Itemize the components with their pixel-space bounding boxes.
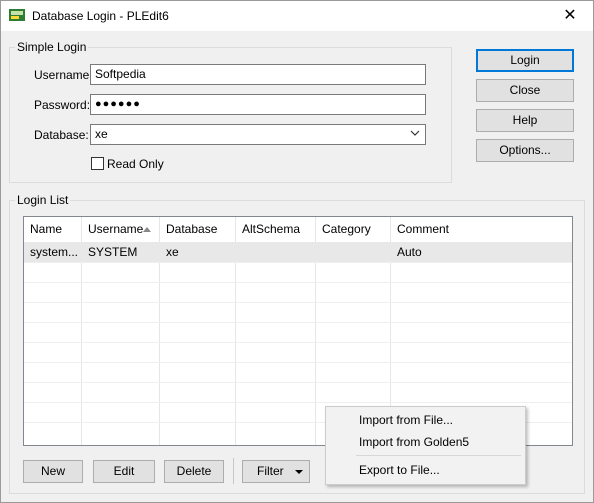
column-header-comment[interactable]: Comment [391,217,572,242]
username-label: Username: [34,68,93,82]
cell-category [316,242,391,262]
sort-ascending-icon [143,227,151,232]
cell-username: SYSTEM [88,245,138,259]
password-label: Password: [34,98,91,112]
database-combo[interactable]: xe [90,124,426,145]
database-label: Database: [34,128,89,142]
filter-button[interactable]: Filter [242,460,310,483]
column-header-category[interactable]: Category [316,217,391,242]
close-button[interactable]: Close [476,79,574,102]
menu-separator [356,455,521,456]
column-header-name[interactable]: Name [24,217,82,242]
dropdown-arrow-icon [295,470,303,474]
menu-item-import-from-file[interactable]: Import from File... [326,409,525,431]
close-icon: ✕ [563,7,577,24]
cell-comment: Auto [397,245,422,259]
read-only-checkbox[interactable] [91,157,104,170]
app-icon [9,9,25,21]
edit-button[interactable]: Edit [93,460,155,483]
window-title: Database Login - PLEdit6 [32,9,169,23]
title-bar: Database Login - PLEdit6 ✕ [1,1,593,31]
menu-item-import-from-golden5[interactable]: Import from Golden5 [326,431,525,453]
username-field[interactable]: Softpedia [90,64,426,85]
login-list-group-label: Login List [15,193,71,207]
filter-button-label: Filter [257,464,284,478]
button-separator [233,458,234,484]
filter-dropdown-menu: Import from File... Import from Golden5 … [325,406,526,485]
grid-line [24,302,572,303]
menu-item-export-to-file[interactable]: Export to File... [326,459,525,481]
read-only-label[interactable]: Read Only [107,157,164,171]
grid-line [24,262,572,263]
new-button[interactable]: New [23,460,83,483]
password-field[interactable]: ●●●●●● [90,94,426,115]
cell-database: xe [166,245,179,259]
grid-line [24,402,572,403]
help-button[interactable]: Help [476,109,574,132]
database-combo-value: xe [95,127,108,141]
grid-line [24,362,572,363]
delete-button[interactable]: Delete [164,460,224,483]
column-header-altschema[interactable]: AltSchema [236,217,316,242]
cell-name: system... [30,245,79,259]
chevron-down-icon [410,130,420,136]
options-button[interactable]: Options... [476,139,574,162]
column-header-database[interactable]: Database [160,217,236,242]
grid-line [24,282,572,283]
login-button[interactable]: Login [476,49,574,72]
grid-line [24,322,572,323]
grid-line [24,342,572,343]
database-login-window: Database Login - PLEdit6 ✕ Simple Login … [0,0,594,503]
simple-login-group-label: Simple Login [15,40,89,54]
window-close-button[interactable]: ✕ [547,1,593,31]
cell-altschema [236,242,316,262]
grid-line [24,382,572,383]
